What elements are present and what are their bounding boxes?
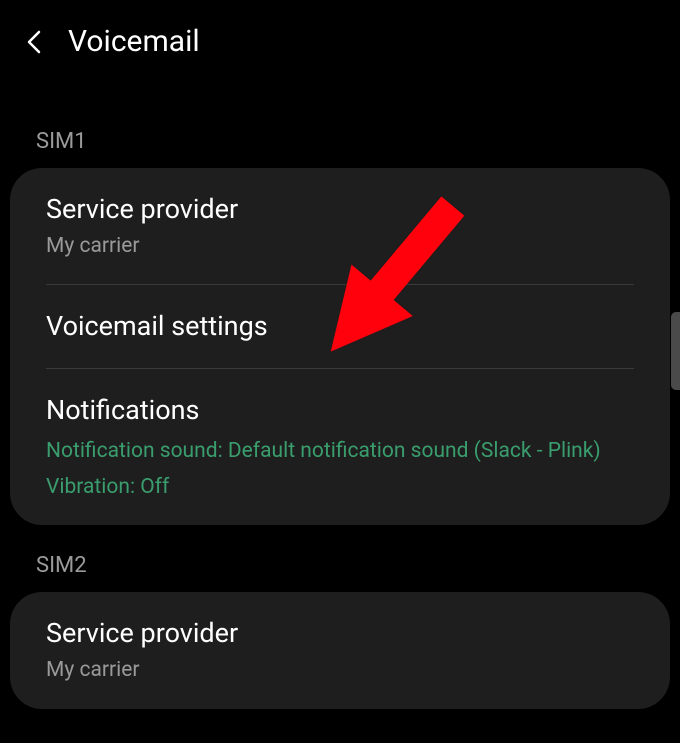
service-provider-title: Service provider [46, 192, 634, 227]
notifications-title: Notifications [46, 393, 634, 428]
notifications-sound: Notification sound: Default notification… [46, 437, 634, 465]
voicemail-settings-title: Voicemail settings [46, 309, 634, 344]
sim1-label: SIM1 [0, 79, 680, 168]
back-icon[interactable] [20, 28, 48, 56]
header: Voicemail [0, 0, 680, 79]
service-provider-subtitle: My carrier [46, 233, 634, 260]
service-provider-item[interactable]: Service provider My carrier [46, 168, 634, 285]
scrollbar[interactable] [671, 312, 680, 390]
notifications-item[interactable]: Notifications Notification sound: Defaul… [46, 369, 634, 525]
notifications-vibration: Vibration: Off [46, 473, 634, 501]
service-provider-item-sim2[interactable]: Service provider My carrier [46, 592, 634, 708]
service-provider-subtitle-sim2: My carrier [46, 657, 634, 684]
voicemail-settings-item[interactable]: Voicemail settings [46, 285, 634, 369]
sim2-card: Service provider My carrier [10, 592, 670, 708]
page-title: Voicemail [68, 24, 200, 59]
sim1-card: Service provider My carrier Voicemail se… [10, 168, 670, 525]
service-provider-title-sim2: Service provider [46, 616, 634, 651]
sim2-label: SIM2 [0, 525, 680, 592]
